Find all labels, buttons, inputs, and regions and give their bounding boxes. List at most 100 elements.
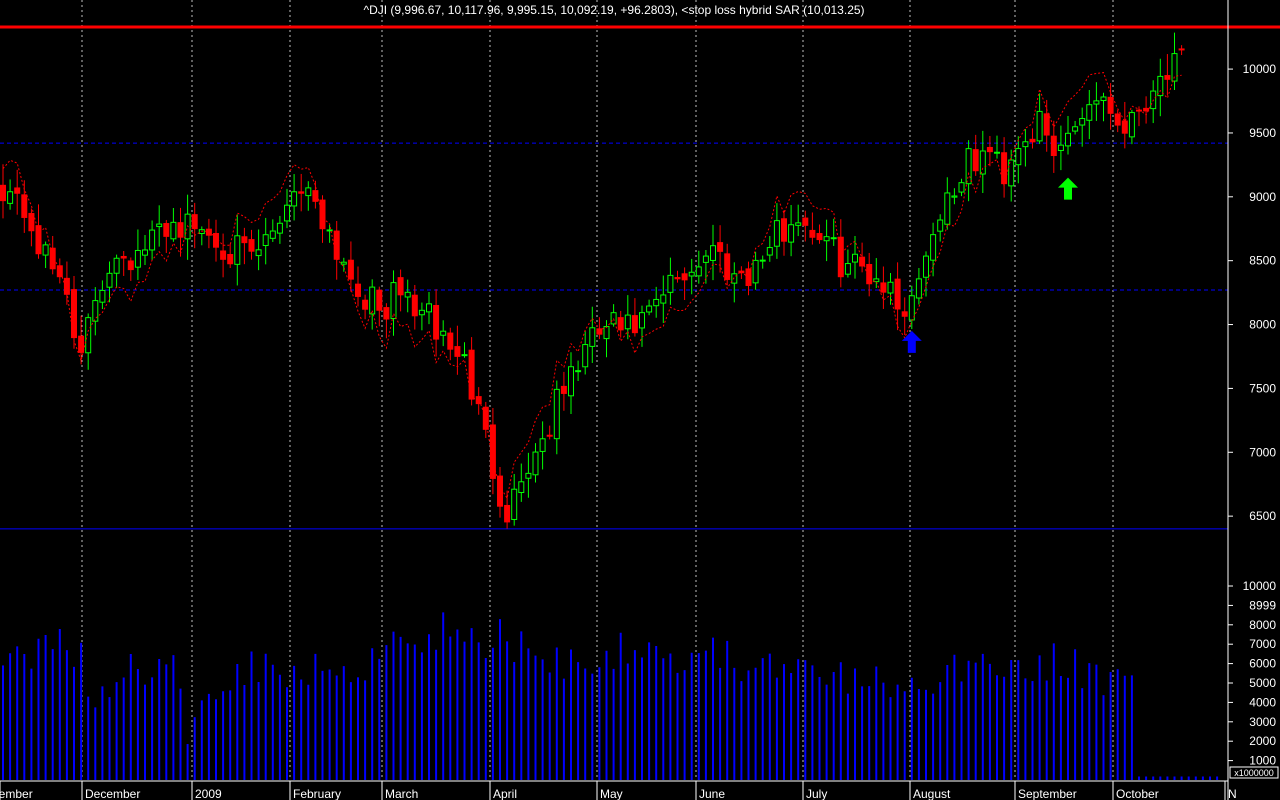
volume-tick-label: 5000 bbox=[1249, 676, 1276, 690]
candle-body bbox=[369, 286, 376, 315]
candle-body bbox=[1065, 132, 1071, 147]
candle-body bbox=[1050, 135, 1057, 157]
candle-body bbox=[447, 332, 454, 350]
candle-body bbox=[688, 271, 695, 277]
volume-tick-label: 7000 bbox=[1249, 637, 1276, 651]
candle-body bbox=[1157, 75, 1164, 97]
candle-body bbox=[333, 230, 340, 260]
candle-body bbox=[624, 314, 631, 330]
candle-body bbox=[1008, 159, 1015, 187]
candle-body bbox=[908, 295, 915, 321]
volume-tick-label: 6000 bbox=[1249, 657, 1276, 671]
stock-chart: 6500 7000 7500 8000 8500 9000 9500 10000 1000 200… bbox=[0, 0, 1280, 800]
candle-body bbox=[759, 259, 766, 262]
candle-body bbox=[284, 204, 290, 222]
y-tick-label: 7500 bbox=[1249, 381, 1276, 395]
candle-body bbox=[1086, 104, 1093, 121]
candle-body bbox=[518, 481, 525, 494]
candle-body bbox=[986, 146, 993, 153]
candle-body bbox=[802, 217, 809, 226]
candle-body bbox=[418, 309, 425, 316]
candle-body bbox=[1114, 113, 1121, 126]
candle-body bbox=[667, 274, 674, 293]
x-axis: ovember December 2009 February March April May… bbox=[0, 780, 1237, 800]
price-horizontal-lines bbox=[0, 25, 1280, 530]
stop-loss-sar-line bbox=[2, 72, 1182, 500]
candle-body bbox=[177, 222, 184, 238]
candle-body bbox=[56, 265, 63, 278]
candle-body bbox=[937, 219, 944, 232]
candle-body bbox=[248, 239, 255, 252]
volume-tick-label: 8999 bbox=[1249, 598, 1276, 612]
candle-body bbox=[234, 235, 241, 265]
y-tick-label: 9500 bbox=[1249, 126, 1276, 140]
y-tick-label: 8000 bbox=[1249, 318, 1276, 332]
candle-body bbox=[241, 236, 248, 244]
volume-bars bbox=[2, 612, 1219, 780]
candle-body bbox=[603, 326, 610, 340]
candle-body bbox=[653, 298, 660, 307]
candle-body bbox=[660, 294, 667, 304]
candle-body bbox=[582, 344, 589, 368]
x-month-label: April bbox=[493, 787, 517, 800]
candle-body bbox=[539, 438, 546, 452]
candle-body bbox=[717, 242, 724, 252]
candle-body bbox=[930, 234, 937, 261]
candle-body bbox=[142, 249, 148, 256]
candle-body bbox=[631, 315, 638, 334]
candle-body bbox=[710, 245, 716, 261]
candle-body bbox=[1057, 144, 1064, 151]
candle-body bbox=[426, 303, 432, 313]
candle-body bbox=[1121, 120, 1128, 134]
candle-body bbox=[170, 221, 177, 240]
candle-body bbox=[1079, 118, 1086, 126]
candle-body bbox=[1107, 96, 1114, 114]
candle-body bbox=[1015, 148, 1022, 166]
candle-body bbox=[21, 194, 28, 218]
candle-body bbox=[568, 366, 574, 397]
candle-body bbox=[454, 346, 461, 357]
candle-body bbox=[646, 305, 653, 313]
candle-body bbox=[7, 191, 14, 204]
candle-body bbox=[326, 229, 333, 232]
price-candles bbox=[0, 32, 1185, 529]
candle-body bbox=[880, 282, 887, 293]
candle-body bbox=[639, 312, 645, 329]
candle-body bbox=[433, 304, 440, 340]
candle-body bbox=[1128, 112, 1135, 138]
y-tick-label: 6500 bbox=[1249, 509, 1276, 523]
candle-body bbox=[837, 236, 844, 278]
candle-body bbox=[319, 199, 326, 230]
y-tick-label: 7000 bbox=[1249, 445, 1276, 459]
candle-body bbox=[411, 294, 418, 317]
candle-body bbox=[979, 150, 986, 175]
candle-body bbox=[106, 272, 113, 288]
candle-body bbox=[376, 289, 383, 311]
candle-body bbox=[497, 475, 503, 507]
candle-body bbox=[269, 230, 276, 239]
candle-body bbox=[1164, 75, 1171, 80]
candle-body bbox=[14, 187, 21, 194]
candle-body bbox=[781, 218, 787, 242]
candle-body bbox=[773, 220, 780, 247]
candle-body bbox=[923, 255, 929, 278]
candle-body bbox=[149, 229, 156, 251]
candle-body bbox=[482, 406, 489, 430]
candle-body bbox=[205, 228, 212, 236]
candle-body bbox=[347, 259, 354, 280]
y-tick-label: 10000 bbox=[1243, 62, 1277, 76]
candle-body bbox=[944, 192, 951, 225]
y-tick-label: 8500 bbox=[1249, 254, 1276, 268]
candle-body bbox=[816, 233, 823, 241]
candle-body bbox=[617, 317, 624, 331]
candle-body bbox=[390, 282, 397, 320]
candle-body bbox=[227, 254, 234, 265]
candle-body bbox=[724, 253, 731, 280]
candle-body bbox=[951, 195, 958, 198]
candle-body bbox=[809, 229, 816, 238]
candle-body bbox=[362, 299, 369, 310]
candle-body bbox=[674, 277, 681, 280]
candle-body bbox=[92, 300, 99, 322]
candle-body bbox=[120, 255, 127, 259]
candle-body bbox=[511, 488, 518, 520]
